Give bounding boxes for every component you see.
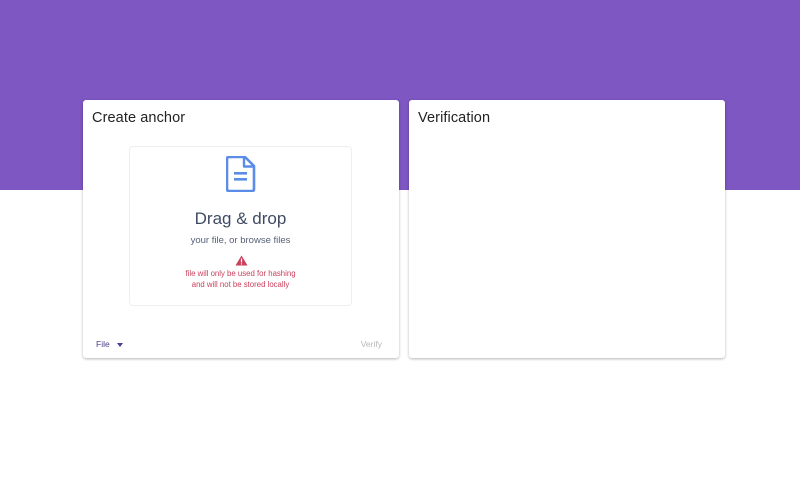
dropzone-subtitle: your file, or browse files [190, 235, 291, 246]
file-dropzone[interactable]: Drag & drop your file, or browse files f… [129, 146, 352, 306]
anchor-type-dropdown[interactable]: File [96, 339, 123, 349]
warning-text-line1: file will only be used for hashing [185, 269, 296, 278]
warning-text-line2: and will not be stored locally [191, 280, 290, 289]
create-anchor-title: Create anchor [92, 110, 186, 126]
verification-card: Verification [409, 100, 725, 358]
verify-button[interactable]: Verify [361, 339, 382, 349]
anchor-type-value: File [96, 339, 110, 349]
caret-down-icon [116, 342, 123, 347]
warning-icon [235, 255, 248, 266]
create-anchor-card: Create anchor Drag & drop your file, or … [83, 100, 399, 358]
dropzone-title: Drag & drop [194, 209, 287, 228]
document-icon [226, 156, 256, 192]
verification-title: Verification [418, 110, 491, 126]
